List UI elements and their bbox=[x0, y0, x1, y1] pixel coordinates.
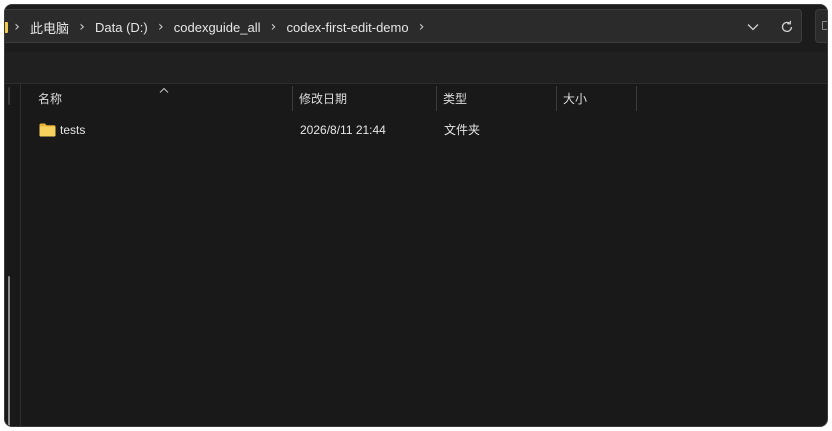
sort-ascending-icon bbox=[159, 87, 169, 93]
address-history-dropdown-button[interactable] bbox=[742, 16, 764, 38]
column-header-name-label: 名称 bbox=[38, 92, 63, 106]
file-date-modified: 2026/8/11 21:44 bbox=[300, 123, 386, 137]
chevron-right-icon[interactable]: › bbox=[264, 19, 282, 35]
column-header-date-label: 修改日期 bbox=[299, 92, 348, 106]
chevron-right-icon[interactable]: › bbox=[413, 19, 431, 35]
folder-icon bbox=[39, 123, 56, 137]
address-row: › 此电脑 › Data (D:) › codexguide_all › cod… bbox=[5, 5, 827, 52]
column-header-row: 名称 修改日期 类型 大小 bbox=[21, 84, 827, 114]
search-icon bbox=[822, 21, 827, 30]
file-row[interactable]: tests 2026/8/11 21:44 文件夹 bbox=[21, 119, 827, 141]
breadcrumb: › 此电脑 › Data (D:) › codexguide_all › cod… bbox=[8, 10, 431, 44]
file-type: 文件夹 bbox=[444, 123, 481, 137]
search-box[interactable] bbox=[815, 9, 827, 43]
navigation-scrollbar-track bbox=[8, 87, 10, 105]
file-explorer-window: › 此电脑 › Data (D:) › codexguide_all › cod… bbox=[4, 4, 828, 427]
column-header-size-label: 大小 bbox=[563, 92, 588, 106]
breadcrumb-item-codexguide-all[interactable]: codexguide_all bbox=[170, 20, 265, 35]
chevron-right-icon[interactable]: › bbox=[8, 19, 26, 35]
chevron-right-icon[interactable]: › bbox=[73, 19, 91, 35]
column-header-date-modified[interactable]: 修改日期 bbox=[293, 84, 437, 114]
address-bar[interactable]: › 此电脑 › Data (D:) › codexguide_all › cod… bbox=[5, 9, 802, 44]
file-name: tests bbox=[60, 123, 86, 137]
navigation-scrollbar-thumb[interactable] bbox=[8, 276, 10, 426]
breadcrumb-item-current-folder[interactable]: codex-first-edit-demo bbox=[282, 20, 412, 35]
column-divider[interactable] bbox=[636, 86, 637, 111]
command-bar bbox=[5, 52, 827, 84]
column-header-type-label: 类型 bbox=[443, 92, 468, 106]
column-header-size[interactable]: 大小 bbox=[557, 84, 637, 114]
breadcrumb-item-data-drive[interactable]: Data (D:) bbox=[91, 20, 152, 35]
chevron-right-icon[interactable]: › bbox=[152, 19, 170, 35]
chevron-down-icon bbox=[747, 24, 759, 31]
column-header-type[interactable]: 类型 bbox=[437, 84, 557, 114]
refresh-icon bbox=[781, 20, 793, 33]
breadcrumb-item-this-pc[interactable]: 此电脑 bbox=[26, 18, 73, 37]
refresh-button[interactable] bbox=[776, 16, 798, 38]
